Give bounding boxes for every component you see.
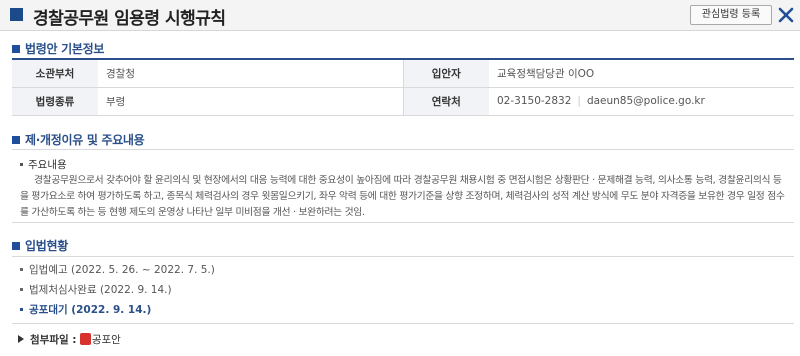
ministry-label: 소관부처 (12, 59, 98, 88)
page-title: 경찰공무원 임용령 시행규칙 (33, 9, 226, 29)
attachment-label: 첨부파일 : (30, 334, 77, 346)
drafter-label: 입안자 (402, 59, 489, 88)
title-bullet-icon (10, 8, 23, 21)
law-type-value: 부령 (98, 87, 403, 116)
reason-section-title: 제·개정이유 및 주요내용 (12, 131, 145, 148)
contact-value: 02-3150-2832 | daeun85@police.go.kr (489, 87, 794, 116)
bullet-icon (20, 162, 23, 166)
ministry-value: 경찰청 (98, 59, 403, 88)
attachment-row: 첨부파일 : 공포안 (18, 332, 121, 347)
contact-phone: 02-3150-2832 (497, 95, 572, 107)
status-section-title: 입법현황 (12, 237, 68, 254)
contact-label: 연락처 (402, 87, 489, 116)
main-content-subtitle: 주요내용 (20, 157, 786, 172)
triangle-right-icon (18, 335, 24, 343)
pdf-file-icon (79, 333, 91, 345)
law-type-label: 법령종류 (12, 87, 98, 116)
list-item: 법제처심사완료 (2022. 9. 14.) (20, 282, 172, 297)
window-header: 경찰공무원 임용령 시행규칙 관심법령 등록 (0, 0, 800, 31)
bullet-icon (20, 267, 23, 271)
bullet-icon (20, 307, 23, 311)
table-row: 법령종류 부령 연락처 02-3150-2832 | daeun85@police.… (12, 87, 794, 116)
contact-email: daeun85@police.go.kr (586, 95, 705, 107)
list-item: 입법예고 (2022. 5. 26. ~ 2022. 7. 5.) (20, 262, 215, 277)
drafter-value: 교육정책담당관 이OO (489, 59, 794, 88)
section-bullet-icon (12, 136, 20, 144)
main-content-text: 경찰공무원으로서 갖추어야 할 윤리의식 및 현장에서의 대응 능력에 대한 중… (20, 175, 785, 218)
table-row: 소관부처 경찰청 입안자 교육정책담당관 이OO (12, 59, 794, 88)
section-bullet-icon (12, 45, 20, 53)
divider: | (577, 95, 581, 107)
bullet-icon (20, 287, 23, 291)
attachment-file-link[interactable]: 공포안 (79, 333, 121, 346)
add-favorite-law-button[interactable]: 관심법령 등록 (690, 5, 772, 25)
main-content-box: 주요내용 경찰공무원으로서 갖추어야 할 윤리의식 및 현장에서의 대응 능력에… (12, 149, 794, 223)
status-list: 입법예고 (2022. 5. 26. ~ 2022. 7. 5.) 법제처심사완… (12, 256, 794, 324)
basic-info-table: 소관부처 경찰청 입안자 교육정책담당관 이OO 법령종류 부령 연락처 02-… (12, 58, 794, 116)
list-item-current: 공포대기 (2022. 9. 14.) (20, 302, 151, 317)
section-bullet-icon (12, 242, 20, 250)
basic-info-section-title: 법령안 기본정보 (12, 40, 104, 57)
close-icon[interactable] (778, 5, 794, 25)
